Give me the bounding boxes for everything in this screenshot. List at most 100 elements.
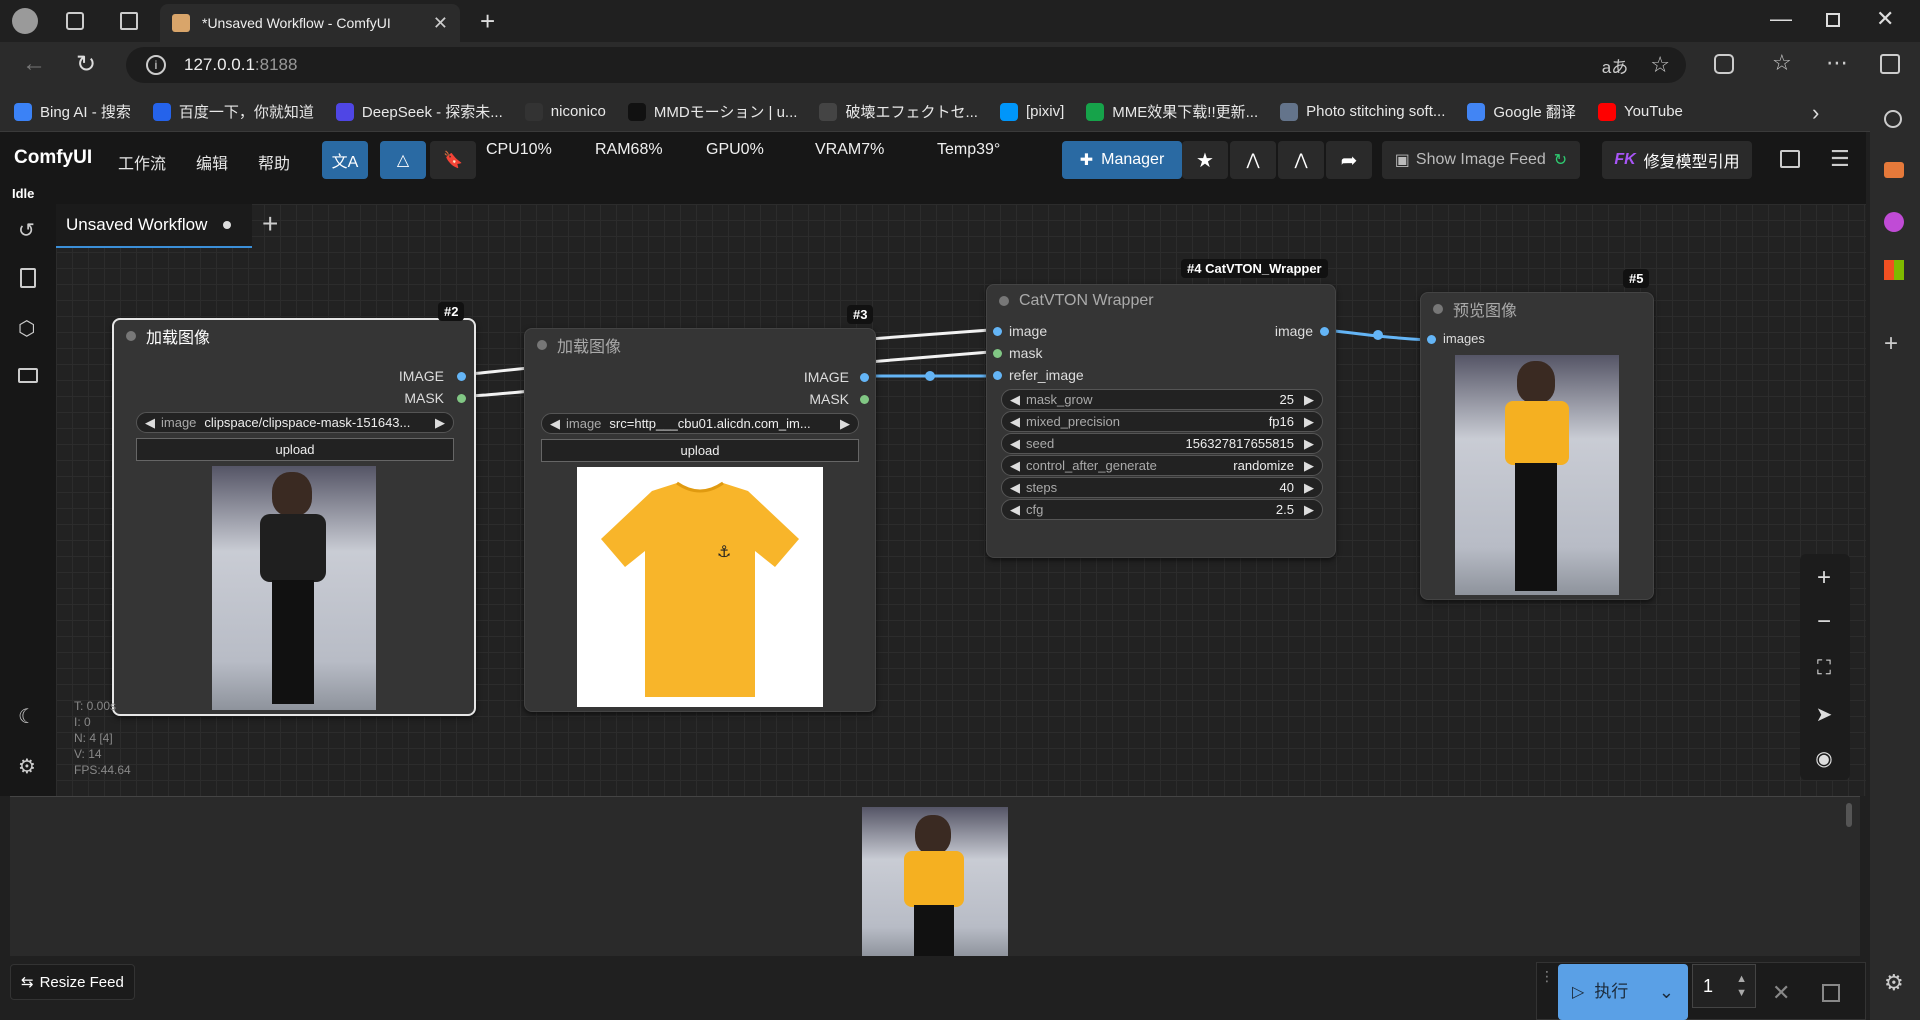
- stepper-arrows-icon[interactable]: ▲ ▼: [1736, 972, 1747, 1000]
- cancel-x-icon[interactable]: ✕: [1772, 980, 1790, 1006]
- widget-value: clipspace/clipspace-mask-151643...: [204, 415, 411, 430]
- output-mask-socket[interactable]: [457, 394, 466, 403]
- trousers-shape: [272, 580, 314, 704]
- input-images-socket[interactable]: [1427, 335, 1436, 344]
- black-shirt-shape: [260, 514, 326, 582]
- output-image-label: IMAGE: [803, 369, 849, 385]
- decrement-arrow-icon[interactable]: ◀: [1010, 414, 1020, 430]
- widget-mixed-precision[interactable]: ◀ mixed_precision fp16 ▶: [1001, 411, 1323, 432]
- zoom-in-icon[interactable]: +: [1806, 560, 1842, 596]
- output-image-socket[interactable]: [1320, 327, 1329, 336]
- yellow-shirt-shape: [904, 851, 964, 907]
- feed-thumbnail[interactable]: [862, 807, 1008, 957]
- widget-value: src=http___cbu01.alicdn.com_im...: [609, 416, 811, 431]
- sidebar-toggle-icon[interactable]: [1880, 54, 1900, 74]
- output-image-socket[interactable]: [457, 372, 466, 381]
- close-window-icon[interactable]: ✕: [1876, 6, 1894, 32]
- batch-count-value: 1: [1703, 975, 1714, 996]
- node-collapse-dot[interactable]: [1433, 304, 1443, 314]
- toggle-links-eye-icon[interactable]: ◉: [1806, 740, 1842, 776]
- increment-arrow-icon[interactable]: ▶: [1304, 458, 1314, 474]
- feed-scrollbar[interactable]: [1846, 803, 1852, 827]
- widget-steps[interactable]: ◀ steps 40 ▶: [1001, 477, 1323, 498]
- widget-label: cfg: [1026, 502, 1044, 517]
- node-id-badge: #3: [847, 305, 874, 324]
- widget-mask-grow[interactable]: ◀ mask_grow 25 ▶: [1001, 389, 1323, 410]
- search-icon[interactable]: [1884, 110, 1902, 128]
- prev-arrow-icon[interactable]: ◀: [145, 415, 155, 431]
- run-label: 执行: [1594, 982, 1628, 1002]
- next-arrow-icon[interactable]: ▶: [840, 416, 850, 432]
- image-feed-panel: [10, 796, 1860, 957]
- image-combo-widget[interactable]: ◀ image clipspace/clipspace-mask-151643..…: [136, 412, 454, 433]
- node-title: CatVTON Wrapper: [1019, 292, 1154, 309]
- image-combo-widget[interactable]: ◀ image src=http___cbu01.alicdn.com_im...…: [541, 413, 859, 434]
- chevron-down-icon[interactable]: ⌄: [1659, 982, 1674, 1003]
- result-photo-yellow-shirt: [1455, 355, 1619, 595]
- node-load-image-2[interactable]: 加载图像 IMAGE MASK ◀ image clipspace/clipspa…: [112, 302, 476, 716]
- node-title: 加载图像: [557, 339, 622, 356]
- locate-icon[interactable]: ➤: [1806, 696, 1842, 732]
- drag-handle-icon[interactable]: ⋮: [1540, 968, 1554, 985]
- browser-right-sidebar: + ⚙: [1870, 92, 1920, 1020]
- node-catvton-wrapper[interactable]: CatVTON Wrapper image mask refer_image i…: [986, 259, 1336, 558]
- decrement-arrow-icon[interactable]: ◀: [1010, 458, 1020, 474]
- stop-square-icon[interactable]: [1822, 984, 1840, 1002]
- widget-label: mask_grow: [1026, 392, 1093, 407]
- batch-count-input[interactable]: 1 ▲ ▼: [1692, 964, 1756, 1008]
- upload-button[interactable]: upload: [541, 439, 859, 462]
- resize-feed-button[interactable]: ⇆ Resize Feed: [10, 964, 135, 1000]
- node-load-image-3[interactable]: 加载图像 IMAGE MASK ◀ image src=http___cbu01.…: [524, 305, 876, 712]
- node-title: 预览图像: [1453, 303, 1518, 320]
- office-icon[interactable]: [1884, 260, 1904, 280]
- zoom-out-icon[interactable]: −: [1806, 604, 1842, 640]
- node-id-badge: #5: [1623, 269, 1650, 288]
- input-refer-image-socket[interactable]: [993, 371, 1002, 380]
- next-arrow-icon[interactable]: ▶: [435, 415, 445, 431]
- decrement-arrow-icon[interactable]: ◀: [1010, 502, 1020, 518]
- increment-arrow-icon[interactable]: ▶: [1304, 414, 1314, 430]
- widget-label: mixed_precision: [1026, 414, 1120, 429]
- input-image-label: image: [1009, 323, 1048, 339]
- widget-cfg[interactable]: ◀ cfg 2.5 ▶: [1001, 499, 1323, 520]
- widget-value: fp16: [1268, 414, 1294, 429]
- tshirt-drawing: ⚓: [601, 481, 799, 697]
- node-title: 加载图像: [146, 330, 211, 347]
- decrement-arrow-icon[interactable]: ◀: [1010, 392, 1020, 408]
- input-mask-socket[interactable]: [993, 349, 1002, 358]
- trousers-shape: [914, 905, 954, 957]
- upload-button[interactable]: upload: [136, 438, 454, 461]
- yellow-tshirt-photo: ⚓: [577, 467, 823, 707]
- widget-seed[interactable]: ◀ seed 156327817655815 ▶: [1001, 433, 1323, 454]
- trousers-shape: [1515, 463, 1557, 591]
- node-collapse-dot[interactable]: [537, 340, 547, 350]
- node-preview-image[interactable]: 预览图像 images #5: [1420, 269, 1654, 600]
- increment-arrow-icon[interactable]: ▶: [1304, 436, 1314, 452]
- info-i: I: 0: [74, 715, 91, 729]
- increment-arrow-icon[interactable]: ▶: [1304, 392, 1314, 408]
- briefcase-icon[interactable]: [1884, 162, 1904, 178]
- prev-arrow-icon[interactable]: ◀: [550, 416, 560, 432]
- copilot-icon[interactable]: [1884, 212, 1904, 232]
- decrement-arrow-icon[interactable]: ◀: [1010, 480, 1020, 496]
- widget-label: image: [161, 415, 197, 430]
- add-icon[interactable]: +: [1884, 330, 1898, 358]
- play-icon: ▷: [1572, 984, 1585, 1001]
- head-shape: [272, 472, 312, 516]
- widget-label: control_after_generate: [1026, 458, 1157, 473]
- decrement-arrow-icon[interactable]: ◀: [1010, 436, 1020, 452]
- browser-settings-icon[interactable]: ⚙: [1884, 970, 1904, 996]
- node-collapse-dot[interactable]: [999, 296, 1009, 306]
- output-mask-socket[interactable]: [860, 395, 869, 404]
- input-image-socket[interactable]: [993, 327, 1002, 336]
- fit-view-icon[interactable]: ⛶: [1806, 650, 1842, 686]
- widget-control-after-generate[interactable]: ◀ control_after_generate randomize ▶: [1001, 455, 1323, 476]
- node-collapse-dot[interactable]: [126, 331, 136, 341]
- info-fps: FPS:44.64: [74, 763, 131, 777]
- widget-value: randomize: [1233, 458, 1294, 473]
- increment-arrow-icon[interactable]: ▶: [1304, 480, 1314, 496]
- input-refer-image-label: refer_image: [1009, 367, 1084, 383]
- run-queue-button[interactable]: ▷ 执行 ⌄: [1558, 964, 1688, 1020]
- output-image-socket[interactable]: [860, 373, 869, 382]
- increment-arrow-icon[interactable]: ▶: [1304, 502, 1314, 518]
